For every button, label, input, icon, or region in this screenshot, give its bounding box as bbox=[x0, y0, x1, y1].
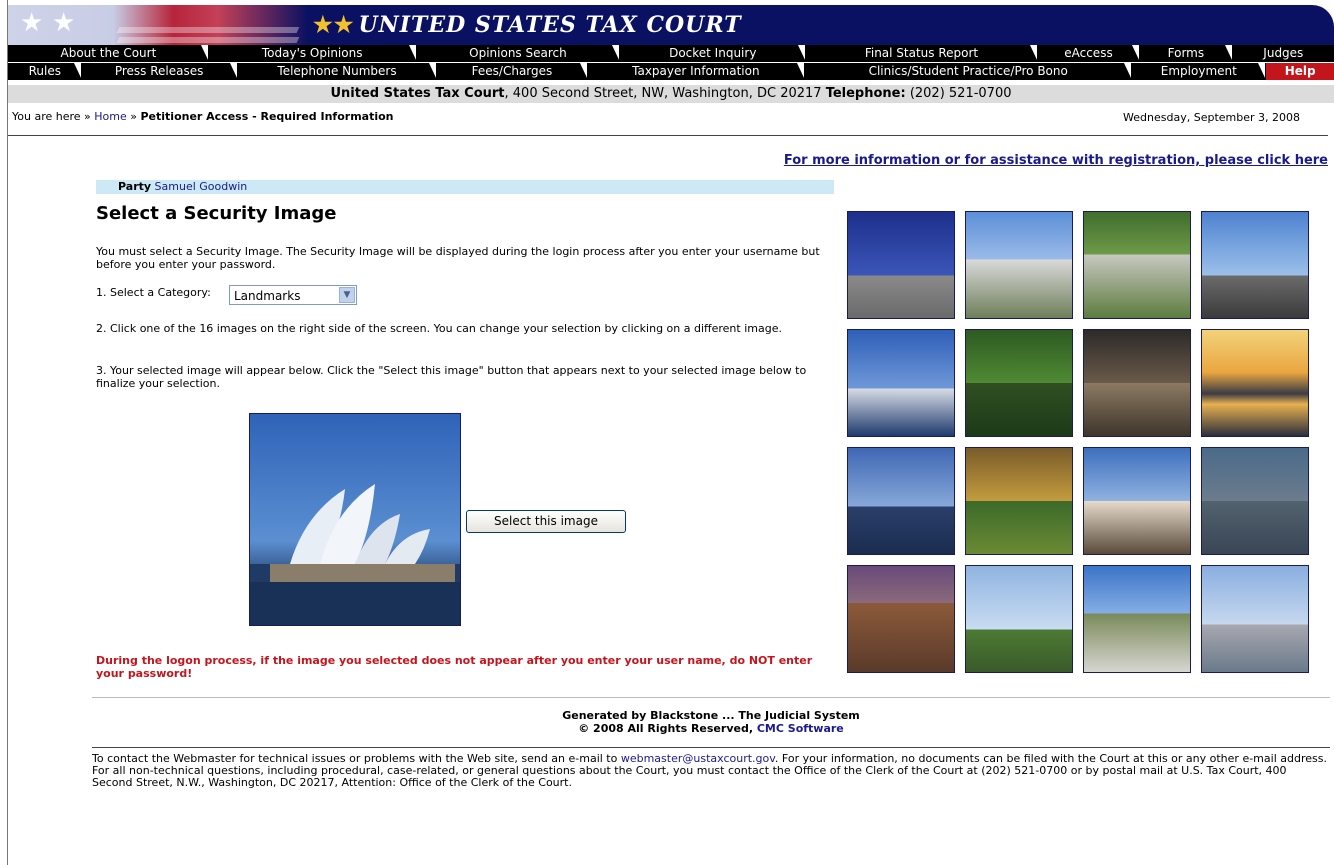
nav-todays-opinions[interactable]: Today's Opinions bbox=[207, 45, 417, 62]
mountain-ruins-image[interactable] bbox=[1083, 565, 1191, 673]
selected-image-preview bbox=[249, 413, 461, 626]
nav-eaccess[interactable]: eAccess bbox=[1036, 45, 1141, 62]
page-title: Select a Security Image bbox=[96, 203, 337, 224]
security-warning: During the logon process, if the image y… bbox=[96, 654, 813, 680]
page-left-border bbox=[7, 0, 8, 865]
nav-opinions-search[interactable]: Opinions Search bbox=[415, 45, 621, 62]
step2-text: 2. Click one of the 16 images on the rig… bbox=[96, 322, 782, 335]
registration-help-link[interactable]: For more information or for assistance w… bbox=[784, 153, 1328, 168]
taj-mahal-haze-image[interactable] bbox=[1201, 565, 1309, 673]
chevron-down-icon[interactable]: ▼ bbox=[339, 287, 355, 303]
nav-docket-inquiry[interactable]: Docket Inquiry bbox=[619, 45, 807, 62]
generated-by: Generated by Blackstone ... The Judicial… bbox=[562, 709, 860, 735]
nav-employment[interactable]: Employment bbox=[1131, 63, 1267, 80]
nav-row-1: About the Court Today's Opinions Opinion… bbox=[8, 45, 1334, 62]
divider bbox=[92, 747, 1330, 748]
nav-clinics-student-practice[interactable]: Clinics/Student Practice/Pro Bono bbox=[804, 63, 1133, 80]
intro-text: You must select a Security Image. The Se… bbox=[96, 245, 820, 271]
nav-fees-charges[interactable]: Fees/Charges bbox=[436, 63, 588, 80]
cemetery-image[interactable] bbox=[1083, 211, 1191, 319]
breadcrumb: You are here » Home » Petitioner Access … bbox=[12, 110, 394, 123]
court-address-bar: United States Tax Court, 400 Second Stre… bbox=[8, 85, 1334, 103]
step1-label: 1. Select a Category: bbox=[96, 286, 211, 299]
skyline-sunset-image[interactable] bbox=[1201, 329, 1309, 437]
nav-forms[interactable]: Forms bbox=[1139, 45, 1234, 62]
nav-row-2: Rules Press Releases Telephone Numbers F… bbox=[8, 63, 1334, 80]
party-bar: Party Samuel Goodwin bbox=[96, 180, 834, 194]
site-logo[interactable]: ★★ UNITED STATES TAX COURT bbox=[313, 10, 742, 40]
opera-house-aerial-image[interactable] bbox=[965, 211, 1073, 319]
footer-text: To contact the Webmaster for technical i… bbox=[92, 752, 1327, 789]
nav-rules[interactable]: Rules bbox=[8, 63, 82, 80]
cmc-software-link[interactable]: CMC Software bbox=[757, 722, 844, 735]
nav-taxpayer-information[interactable]: Taxpayer Information bbox=[586, 63, 805, 80]
temple-interior-image[interactable] bbox=[965, 447, 1073, 555]
nav-final-status-report[interactable]: Final Status Report bbox=[805, 45, 1038, 62]
star-icon: ★ bbox=[52, 8, 76, 38]
nav-press-releases[interactable]: Press Releases bbox=[80, 63, 238, 80]
breadcrumb-home-link[interactable]: Home bbox=[94, 110, 126, 123]
opera-house-harbor-image[interactable] bbox=[847, 329, 955, 437]
breadcrumb-current: Petitioner Access - Required Information bbox=[140, 110, 394, 123]
nav-judges[interactable]: Judges bbox=[1231, 45, 1334, 62]
party-name: Samuel Goodwin bbox=[154, 180, 248, 193]
lincoln-memorial-image[interactable] bbox=[1083, 329, 1191, 437]
nav-about-the-court[interactable]: About the Court bbox=[8, 45, 209, 62]
star-icon: ★★ bbox=[313, 12, 355, 38]
ivy-arch-image[interactable] bbox=[965, 329, 1073, 437]
divider bbox=[92, 697, 1330, 698]
colosseum-image[interactable] bbox=[847, 565, 955, 673]
monument-tower-image[interactable] bbox=[965, 565, 1073, 673]
site-banner: ★ ★ ★★ UNITED STATES TAX COURT bbox=[8, 5, 1334, 45]
town-hall-image[interactable] bbox=[1201, 211, 1309, 319]
select-image-button[interactable]: Select this image bbox=[466, 510, 626, 533]
nav-telephone-numbers[interactable]: Telephone Numbers bbox=[236, 63, 438, 80]
current-date: Wednesday, September 3, 2008 bbox=[1123, 111, 1300, 124]
harbour-bridge-image[interactable] bbox=[847, 447, 955, 555]
category-select[interactable]: Landmarks ▼ bbox=[229, 285, 357, 305]
flag-graphic: ★ ★ bbox=[8, 5, 308, 45]
step3-text: 3. Your selected image will appear below… bbox=[96, 364, 807, 390]
taj-mahal-reflection-image[interactable] bbox=[1083, 447, 1191, 555]
nav-help[interactable]: Help bbox=[1265, 63, 1334, 80]
star-icon: ★ bbox=[20, 8, 44, 38]
texture-wall-image[interactable] bbox=[1201, 447, 1309, 555]
divider bbox=[8, 135, 1328, 136]
flags-plaza-image[interactable] bbox=[847, 211, 955, 319]
